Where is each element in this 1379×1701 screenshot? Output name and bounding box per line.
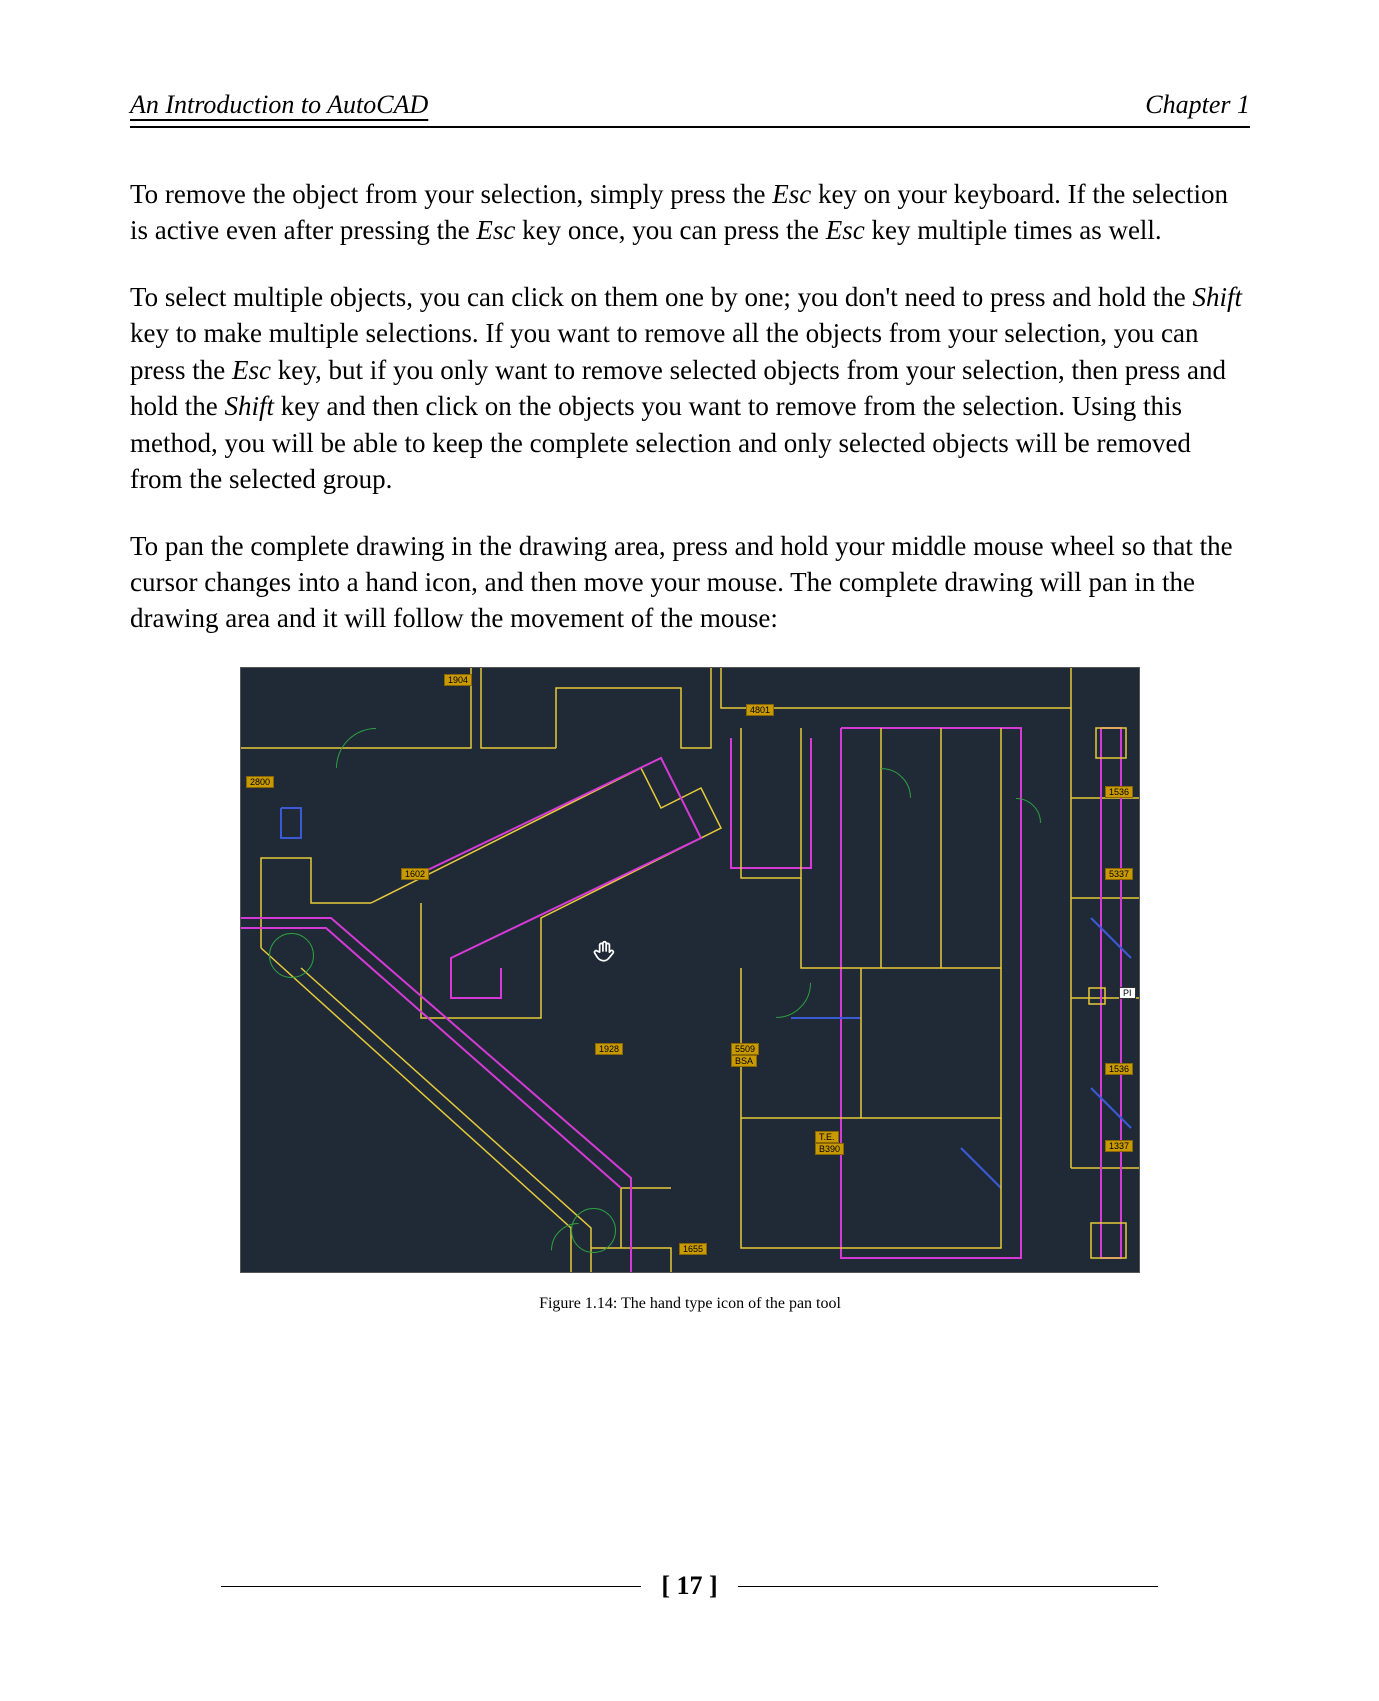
column-circle (571, 1208, 616, 1253)
running-head-left: An Introduction to AutoCAD (130, 90, 428, 120)
text-run: To remove the object from your selection… (130, 179, 772, 209)
body-paragraph-1: To remove the object from your selection… (130, 176, 1250, 249)
text-run: key multiple times as well. (865, 215, 1162, 245)
page-number: [ 17 ] (641, 1571, 737, 1601)
tag-label: BSA (731, 1055, 757, 1067)
text-run: key and then click on the objects you wa… (130, 391, 1191, 494)
text-run-italic: Shift (225, 391, 275, 421)
tag-label: PI (1119, 987, 1136, 999)
autocad-screenshot: 1904 2800 4801 1536 5337 1602 PI 1928 55… (240, 667, 1140, 1273)
text-run-italic: Esc (772, 179, 811, 209)
tag-label: 1602 (401, 868, 429, 880)
tag-label: 5509 (731, 1043, 759, 1055)
tag-label: 1928 (595, 1043, 623, 1055)
tag-label: 1904 (444, 674, 472, 686)
page-footer: [ 17 ] (0, 1571, 1379, 1601)
text-run: key once, you can press the (515, 215, 825, 245)
tag-label: T.E. (815, 1131, 839, 1143)
column-circle (269, 933, 314, 978)
body-paragraph-2: To select multiple objects, you can clic… (130, 279, 1250, 498)
tag-label: 1337 (1105, 1140, 1133, 1152)
text-run-italic: Esc (826, 215, 865, 245)
tag-label: 1536 (1105, 786, 1133, 798)
tag-label: 1536 (1105, 1063, 1133, 1075)
figure-caption: Figure 1.14: The hand type icon of the p… (130, 1295, 1250, 1313)
figure-container: 1904 2800 4801 1536 5337 1602 PI 1928 55… (130, 667, 1250, 1273)
tag-label: 1655 (679, 1243, 707, 1255)
running-head-right: Chapter 1 (1145, 90, 1250, 120)
footer-rule-right (738, 1586, 1158, 1587)
text-run-italic: Esc (476, 215, 515, 245)
tag-label: B390 (815, 1143, 844, 1155)
footer-rule-left (221, 1586, 641, 1587)
text-run-italic: Shift (1192, 282, 1242, 312)
tag-label: 2800 (246, 776, 274, 788)
text-run-italic: Esc (232, 355, 271, 385)
text-run: To select multiple objects, you can clic… (130, 282, 1192, 312)
body-paragraph-3: To pan the complete drawing in the drawi… (130, 528, 1250, 637)
page-header: An Introduction to AutoCAD Chapter 1 (130, 90, 1250, 128)
tag-label: 5337 (1105, 868, 1133, 880)
tag-label: 4801 (746, 704, 774, 716)
